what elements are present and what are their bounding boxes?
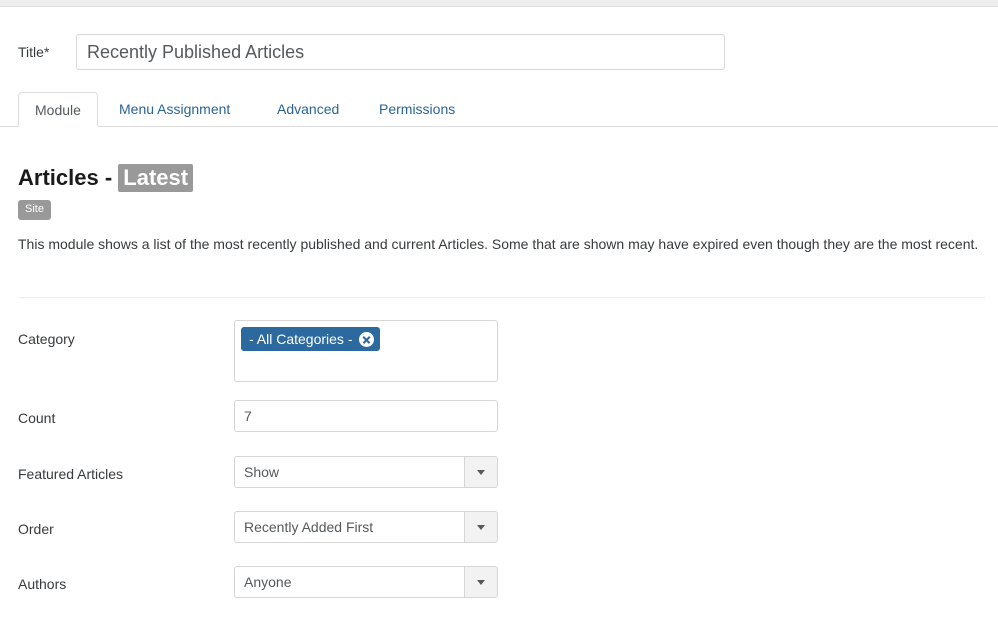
- count-input[interactable]: [234, 400, 498, 432]
- field-label-authors: Authors: [18, 576, 67, 592]
- order-value: Recently Added First: [244, 519, 374, 535]
- close-circle-icon[interactable]: [359, 331, 375, 347]
- title-input[interactable]: [76, 34, 725, 70]
- tab-advanced[interactable]: Advanced: [261, 92, 355, 126]
- featured-articles-value: Show: [244, 464, 280, 480]
- tab-menu-assignment[interactable]: Menu Assignment: [103, 92, 246, 126]
- category-chip-box[interactable]: - All Categories -: [234, 320, 498, 382]
- field-category: Category - All Categories -: [0, 314, 998, 400]
- module-heading-prefix: Articles -: [18, 165, 119, 190]
- category-chip[interactable]: - All Categories -: [241, 327, 381, 351]
- category-chip-label: - All Categories -: [249, 331, 353, 347]
- authors-control: Anyone: [234, 566, 498, 598]
- chevron-down-icon[interactable]: [464, 512, 497, 542]
- tab-bar: Module Menu Assignment Advanced Permissi…: [0, 92, 998, 127]
- tab-permissions[interactable]: Permissions: [363, 92, 471, 126]
- section-divider: [18, 297, 985, 298]
- authors-value: Anyone: [244, 574, 292, 590]
- field-count: Count: [0, 400, 998, 456]
- featured-articles-select[interactable]: Show: [234, 456, 498, 488]
- title-row: Title*: [0, 34, 998, 70]
- field-label-order: Order: [18, 521, 54, 537]
- order-select[interactable]: Recently Added First: [234, 511, 498, 543]
- field-label-featured-articles: Featured Articles: [18, 466, 124, 482]
- top-edge-strip: [0, 0, 998, 7]
- field-label-count: Count: [18, 410, 56, 426]
- authors-select[interactable]: Anyone: [234, 566, 498, 598]
- chevron-down-icon[interactable]: [464, 567, 497, 597]
- field-order: Order Recently Added First: [0, 511, 998, 566]
- field-label-category: Category: [18, 331, 75, 347]
- module-description: This module shows a list of the most rec…: [18, 236, 979, 252]
- count-control: [234, 400, 498, 432]
- tab-module[interactable]: Module: [18, 92, 98, 127]
- featured-articles-control: Show: [234, 456, 498, 488]
- required-asterisk: *: [43, 44, 50, 60]
- title-label: Title*: [18, 43, 49, 61]
- module-heading: Articles - Latest: [18, 164, 194, 192]
- module-heading-badge: Latest: [118, 164, 194, 192]
- scope-badge: Site: [18, 200, 51, 220]
- field-authors: Authors Anyone: [0, 566, 998, 621]
- title-label-text: Title: [18, 44, 44, 60]
- order-control: Recently Added First: [234, 511, 498, 543]
- chevron-down-icon[interactable]: [464, 457, 497, 487]
- field-featured-articles: Featured Articles Show: [0, 456, 998, 511]
- module-settings-form: Category - All Categories - Count Featur…: [0, 314, 998, 621]
